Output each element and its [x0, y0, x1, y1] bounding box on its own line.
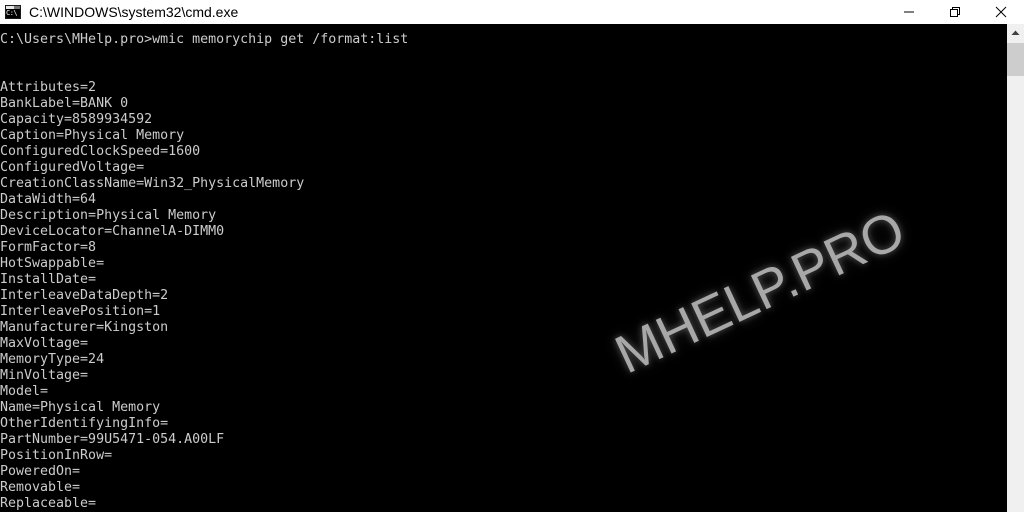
console-line: Model= — [0, 384, 49, 399]
console-output-area[interactable]: C:\Users\MHelp.pro>wmic memorychip get /… — [0, 24, 1007, 512]
scroll-up-arrow-icon[interactable] — [1007, 24, 1024, 41]
console-line: PositionInRow= — [0, 448, 113, 463]
restore-button[interactable] — [932, 0, 978, 24]
console-line: ConfiguredVoltage= — [0, 160, 145, 175]
cmd-console-icon: C:\ — [5, 5, 21, 19]
console-line: Name=Physical Memory — [0, 400, 161, 415]
cmd-icon-text: C:\ — [6, 9, 18, 17]
console-line: BankLabel=BANK 0 — [0, 96, 129, 111]
console-line: DataWidth=64 — [0, 192, 97, 207]
title-bar[interactable]: C:\ C:\WINDOWS\system32\cmd.exe — [0, 0, 1024, 24]
console-line: Manufacturer=Kingston — [0, 320, 169, 335]
close-button[interactable] — [978, 0, 1024, 24]
console-line: FormFactor=8 — [0, 240, 97, 255]
console-line: Description=Physical Memory — [0, 208, 217, 223]
console-line: InterleaveDataDepth=2 — [0, 288, 169, 303]
console-line: InterleavePosition=1 — [0, 304, 161, 319]
console-line: ConfiguredClockSpeed=1600 — [0, 144, 201, 159]
scroll-thumb[interactable] — [1007, 43, 1024, 76]
console-line: InstallDate= — [0, 272, 97, 287]
console-line: CreationClassName=Win32_PhysicalMemory — [0, 176, 305, 191]
vertical-scrollbar[interactable] — [1007, 24, 1024, 512]
console-line: Capacity=8589934592 — [0, 112, 153, 127]
console-line: C:\Users\MHelp.pro>wmic memorychip get /… — [0, 32, 409, 47]
console-text: C:\Users\MHelp.pro>wmic memorychip get /… — [0, 32, 1007, 512]
console-line: Attributes=2 — [0, 80, 97, 95]
cmd-window: C:\ C:\WINDOWS\system32\cmd.exe C:\Users… — [0, 0, 1024, 512]
console-line: MaxVoltage= — [0, 336, 89, 351]
console-line: PoweredOn= — [0, 464, 81, 479]
console-line: MemoryType=24 — [0, 352, 105, 367]
console-line: PartNumber=99U5471-054.A00LF — [0, 432, 225, 447]
window-title: C:\WINDOWS\system32\cmd.exe — [29, 4, 239, 20]
console-line: Caption=Physical Memory — [0, 128, 185, 143]
minimize-button[interactable] — [886, 0, 932, 24]
console-line: Removable= — [0, 480, 81, 495]
console-line: MinVoltage= — [0, 368, 89, 383]
console-line: DeviceLocator=ChannelA-DIMM0 — [0, 224, 225, 239]
console-line: Replaceable= — [0, 496, 97, 511]
console-line: OtherIdentifyingInfo= — [0, 416, 169, 431]
console-line: HotSwappable= — [0, 256, 105, 271]
